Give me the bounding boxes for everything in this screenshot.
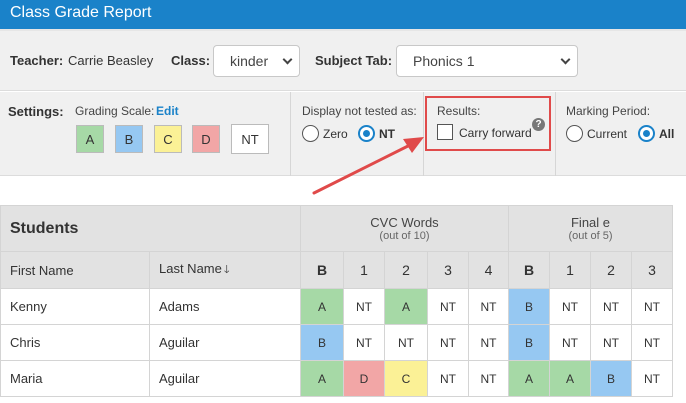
students-header: Students bbox=[0, 205, 301, 252]
last-name-header-label: Last Name bbox=[159, 260, 222, 276]
group-header-final-e: Final e (out of 5) bbox=[508, 205, 673, 252]
first-name-cell: Kenny bbox=[0, 288, 150, 325]
settings-label: Settings: bbox=[8, 104, 64, 119]
grade-cell[interactable]: A bbox=[508, 360, 550, 397]
teacher-value: Carrie Beasley bbox=[68, 53, 154, 68]
grade-cell[interactable]: NT bbox=[549, 288, 591, 325]
grade-cell[interactable]: B bbox=[508, 324, 550, 361]
chevron-down-icon bbox=[560, 54, 571, 65]
first-name-cell: Chris bbox=[0, 324, 150, 361]
first-name-column-header[interactable]: First Name bbox=[0, 251, 150, 289]
grade-cell[interactable]: A bbox=[384, 288, 428, 325]
column-header: B bbox=[508, 251, 550, 289]
grade-swatch-a: A bbox=[76, 125, 104, 153]
grade-cell[interactable]: B bbox=[590, 360, 632, 397]
grade-table: Students CVC Words (out of 10) Final e (… bbox=[0, 205, 673, 397]
group-title: CVC Words bbox=[370, 215, 439, 230]
grade-cell[interactable]: NT bbox=[384, 324, 428, 361]
grade-cell[interactable]: B bbox=[508, 288, 550, 325]
table-row: Kenny Adams A NT A NT NT B NT NT NT bbox=[0, 288, 673, 325]
grade-cell[interactable]: D bbox=[343, 360, 385, 397]
group-header-cvc-words: CVC Words (out of 10) bbox=[300, 205, 509, 252]
marking-period-current-label: Current bbox=[587, 127, 628, 141]
column-header: 1 bbox=[343, 251, 385, 289]
grade-swatch-nt: NT bbox=[231, 124, 269, 154]
grade-cell[interactable]: NT bbox=[590, 324, 632, 361]
filter-bar: Teacher: Carrie Beasley Class: kinder Su… bbox=[0, 31, 686, 91]
column-header: 2 bbox=[590, 251, 632, 289]
grade-cell[interactable]: NT bbox=[427, 288, 469, 325]
subject-tab-select[interactable]: Phonics 1 bbox=[396, 45, 578, 77]
grade-cell[interactable]: NT bbox=[343, 324, 385, 361]
grade-cell[interactable]: NT bbox=[343, 288, 385, 325]
not-tested-zero-radio[interactable] bbox=[302, 125, 319, 142]
grading-scale-label: Grading Scale: bbox=[75, 104, 155, 118]
class-label: Class: bbox=[171, 53, 211, 68]
grade-swatch-c: C bbox=[154, 125, 182, 153]
column-header: 1 bbox=[549, 251, 591, 289]
annotation-highlight-box bbox=[425, 96, 551, 151]
grade-cell[interactable]: NT bbox=[427, 360, 469, 397]
marking-period-current-radio[interactable] bbox=[566, 125, 583, 142]
grade-cell[interactable]: NT bbox=[590, 288, 632, 325]
column-header: 3 bbox=[427, 251, 469, 289]
grade-cell[interactable]: NT bbox=[631, 288, 673, 325]
grade-cell[interactable]: NT bbox=[631, 324, 673, 361]
grade-cell[interactable]: A bbox=[549, 360, 591, 397]
chevron-down-icon bbox=[282, 54, 293, 65]
column-header: 2 bbox=[384, 251, 428, 289]
not-tested-zero-label: Zero bbox=[323, 127, 348, 141]
column-header: B bbox=[300, 251, 344, 289]
marking-period-all-radio[interactable] bbox=[638, 125, 655, 142]
grade-cell[interactable]: NT bbox=[631, 360, 673, 397]
last-name-cell: Aguilar bbox=[149, 324, 301, 361]
settings-divider bbox=[290, 92, 291, 176]
table-row: Maria Aguilar A D C NT NT A A B NT bbox=[0, 360, 673, 397]
subject-tab-label: Subject Tab: bbox=[315, 53, 393, 68]
class-select-value: kinder bbox=[230, 53, 269, 69]
teacher-label: Teacher: bbox=[10, 53, 64, 68]
group-subtitle: (out of 10) bbox=[379, 230, 430, 242]
marking-period-all-label: All bbox=[659, 127, 675, 141]
first-name-header-label: First Name bbox=[10, 262, 74, 278]
grade-cell[interactable]: C bbox=[384, 360, 428, 397]
group-subtitle: (out of 5) bbox=[568, 230, 613, 242]
not-tested-nt-label: NT bbox=[379, 127, 395, 141]
page-title: Class Grade Report bbox=[0, 0, 686, 29]
grade-swatch-d: D bbox=[192, 125, 220, 153]
settings-divider bbox=[555, 92, 556, 176]
grade-cell[interactable]: A bbox=[300, 288, 344, 325]
grade-cell[interactable]: NT bbox=[427, 324, 469, 361]
grade-cell[interactable]: NT bbox=[468, 324, 509, 361]
first-name-cell: Maria bbox=[0, 360, 150, 397]
sort-arrow-down-icon: 🡓 bbox=[223, 263, 230, 276]
not-tested-label: Display not tested as: bbox=[302, 104, 417, 118]
grading-scale-edit-link[interactable]: Edit bbox=[156, 104, 179, 118]
last-name-column-header[interactable]: Last Name 🡓 bbox=[149, 251, 301, 289]
subject-tab-select-value: Phonics 1 bbox=[413, 53, 475, 69]
settings-bar: Settings: Grading Scale: Edit A B C D NT… bbox=[0, 92, 686, 176]
grade-cell[interactable]: NT bbox=[549, 324, 591, 361]
table-row: Chris Aguilar B NT NT NT NT B NT NT NT bbox=[0, 324, 673, 361]
last-name-cell: Aguilar bbox=[149, 360, 301, 397]
spacer bbox=[0, 177, 686, 205]
grade-swatch-b: B bbox=[115, 125, 143, 153]
last-name-cell: Adams bbox=[149, 288, 301, 325]
settings-divider bbox=[423, 92, 424, 176]
marking-period-label: Marking Period: bbox=[566, 104, 651, 118]
grade-cell[interactable]: B bbox=[300, 324, 344, 361]
column-header: 3 bbox=[631, 251, 673, 289]
class-select[interactable]: kinder bbox=[213, 45, 300, 77]
grade-cell[interactable]: NT bbox=[468, 288, 509, 325]
column-header: 4 bbox=[468, 251, 509, 289]
not-tested-nt-radio[interactable] bbox=[358, 125, 375, 142]
grade-cell[interactable]: NT bbox=[468, 360, 509, 397]
grade-cell[interactable]: A bbox=[300, 360, 344, 397]
group-title: Final e bbox=[570, 215, 611, 230]
